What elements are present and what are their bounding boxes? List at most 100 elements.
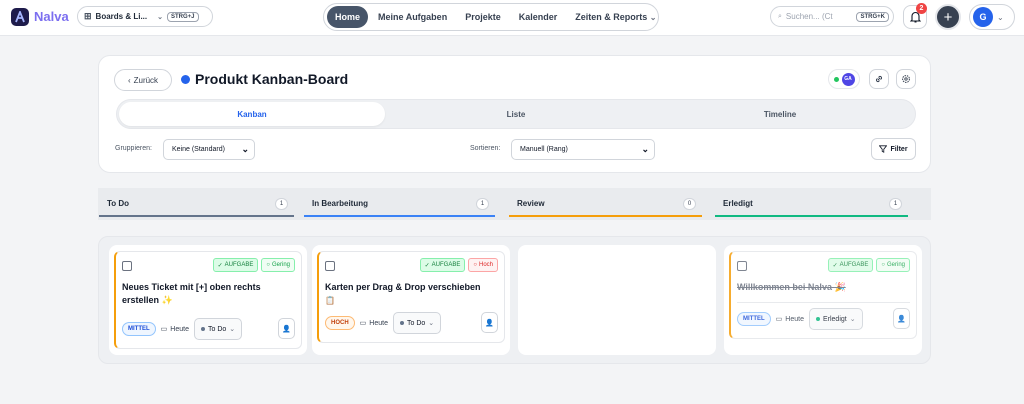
assign-user-button[interactable]: 👤 (481, 312, 498, 333)
due-date-label: Heute (785, 315, 804, 323)
kanban-board: ✓ AUFGABE ○ Gering Neues Ticket mit [+] ob… (98, 236, 931, 364)
clipboard-icon: 📋 (325, 296, 335, 305)
page-title: Produkt Kanban-Board (195, 71, 349, 87)
workspace-shortcut: STRG+J (166, 11, 199, 22)
filter-button[interactable]: Filter (871, 138, 916, 160)
card-title: Karten per Drag & Drop verschieben 📋 (325, 281, 495, 307)
tab-timeline[interactable]: Timeline (647, 102, 913, 126)
task-card[interactable]: ✓ AUFGABE ○ Gering Willkommen bei Nalva 🎉 … (729, 251, 917, 339)
card-title: Neues Ticket mit [+] oben rechts erstell… (122, 281, 292, 307)
app-name: Nalva (34, 9, 69, 24)
sort-value: Manuell (Rang) (520, 146, 568, 153)
complete-checkbox[interactable] (325, 261, 335, 271)
calendar-icon: ▭ (775, 316, 783, 323)
complete-checkbox[interactable] (122, 261, 132, 271)
group-select[interactable]: Keine (Standard) ⌄ (163, 139, 255, 160)
assign-user-button[interactable]: 👤 (893, 308, 910, 329)
column-title: Erledigt (723, 199, 753, 208)
status-label: To Do (207, 325, 227, 333)
copy-link-button[interactable] (869, 69, 889, 89)
card-footer: HOCH ▭ Heute To Do ⌄ (325, 312, 442, 334)
assign-user-button[interactable]: 👤 (278, 318, 295, 339)
level-tag: ○ Gering (876, 258, 910, 272)
workspace-label: Boards & Li... (95, 12, 148, 21)
gear-icon (902, 75, 910, 83)
due-date[interactable]: ▭ Heute (775, 315, 804, 324)
check-icon: ✓ (217, 262, 223, 269)
priority-badge[interactable]: HOCH (325, 316, 355, 330)
sort-label: Sortieren: (470, 145, 501, 152)
chevron-down-icon: ⌄ (849, 316, 856, 323)
complete-checkbox[interactable] (737, 261, 747, 271)
workspace-selector[interactable]: ⊞ Boards & Li... ⌄ STRG+J (77, 6, 213, 27)
task-card[interactable]: ✓ AUFGABE ○ Gering Neues Ticket mit [+] ob… (114, 251, 302, 349)
column-count: 1 (889, 197, 902, 210)
column-todo: ✓ AUFGABE ○ Gering Neues Ticket mit [+] ob… (109, 245, 307, 355)
chevron-down-icon: ⌄ (157, 13, 163, 21)
back-button[interactable]: ‹ Zurück (114, 69, 172, 91)
chevron-down-icon: ⌄ (649, 13, 657, 22)
status-select[interactable]: Erledigt ⌄ (808, 308, 863, 330)
chevron-down-icon: ⌄ (229, 326, 236, 333)
level-tag-label: Gering (886, 262, 905, 268)
nav-time-reports[interactable]: Zeiten & Reports ⌄ (567, 6, 664, 28)
due-date[interactable]: ▭ Heute (160, 325, 189, 334)
card-footer: MITTEL ▭ Heute To Do ⌄ (122, 318, 243, 340)
search-input[interactable]: ⌕ Suchen... (Ct STRG+K (770, 6, 894, 27)
column-headers: To Do 1 In Bearbeitung 1 Review 0 Erledi… (98, 188, 931, 220)
priority-badge[interactable]: MITTEL (737, 312, 771, 326)
column-count: 1 (476, 197, 489, 210)
chevron-down-icon: ⌄ (641, 144, 649, 154)
level-tag-label: Hoch (478, 262, 493, 268)
app-logo-icon[interactable] (11, 8, 29, 26)
column-done: ✓ AUFGABE ○ Gering Willkommen bei Nalva 🎉 … (724, 245, 922, 355)
search-placeholder: Suchen... (Ct (785, 12, 833, 21)
search-icon: ⌕ (778, 12, 782, 20)
divider (737, 302, 910, 303)
group-label: Gruppieren: (115, 145, 152, 152)
chevron-down-icon: ⌄ (241, 144, 249, 154)
add-user-icon: 👤 (897, 315, 906, 323)
chevron-down-icon: ⌄ (428, 320, 435, 327)
card-tags: ✓ AUFGABE ○ Gering (827, 258, 910, 272)
due-date[interactable]: ▭ Heute (359, 319, 388, 328)
settings-button[interactable] (896, 69, 916, 89)
calendar-icon: ▭ (160, 326, 168, 333)
view-switcher: Kanban Liste Timeline (116, 99, 916, 129)
nav-calendar[interactable]: Kalender (511, 6, 566, 28)
nav-projects[interactable]: Projekte (457, 6, 509, 28)
status-label: Erledigt (822, 315, 847, 323)
presence-indicator[interactable]: GA (828, 69, 860, 89)
nav-my-tasks[interactable]: Meine Aufgaben (370, 6, 455, 28)
column-header-todo[interactable]: To Do 1 (99, 192, 294, 217)
filter-icon (879, 145, 888, 153)
user-menu[interactable]: G ⌄ (969, 4, 1015, 30)
board-header: ‹ Zurück Produkt Kanban-Board GA Kanban … (98, 55, 931, 173)
tab-liste[interactable]: Liste (383, 102, 649, 126)
task-card[interactable]: ✓ AUFGABE ○ Hoch Karten per Drag & Drop ve… (317, 251, 505, 343)
status-select[interactable]: To Do ⌄ (193, 318, 243, 340)
level-tag: ○ Hoch (468, 258, 498, 272)
column-header-in-progress[interactable]: In Bearbeitung 1 (304, 192, 495, 217)
status-select[interactable]: To Do ⌄ (392, 312, 442, 334)
column-header-done[interactable]: Erledigt 1 (715, 192, 908, 217)
tab-kanban[interactable]: Kanban (119, 102, 385, 126)
sort-select[interactable]: Manuell (Rang) ⌄ (511, 139, 655, 160)
online-dot (833, 76, 839, 82)
nav-time-reports-label: Zeiten & Reports (575, 12, 648, 22)
card-tags: ✓ AUFGABE ○ Hoch (419, 258, 498, 272)
card-title-line: Neues Ticket mit [+] oben rechts (122, 282, 261, 292)
due-date-label: Heute (369, 319, 388, 327)
calendar-icon: ▭ (359, 320, 367, 327)
column-header-review[interactable]: Review 0 (509, 192, 702, 217)
nav-home[interactable]: Home (327, 6, 369, 28)
circle-icon: ○ (473, 262, 477, 268)
create-button[interactable]: + (935, 4, 961, 30)
status-dot (815, 317, 820, 321)
type-tag-label: AUFGABE (839, 262, 869, 268)
column-count: 1 (275, 197, 288, 210)
type-tag: ✓ AUFGABE (212, 258, 259, 272)
priority-badge[interactable]: MITTEL (122, 322, 156, 336)
link-icon (875, 75, 883, 83)
add-user-icon: 👤 (282, 325, 291, 333)
